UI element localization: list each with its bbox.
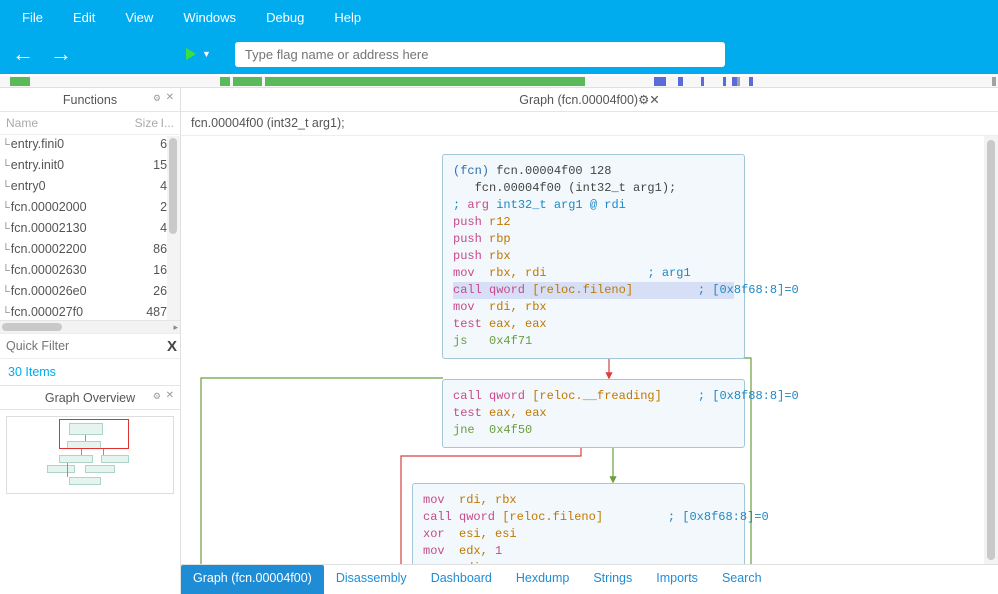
clear-filter-button[interactable]: X bbox=[167, 338, 177, 355]
tab-graph[interactable]: Graph (fcn.00004f00) bbox=[181, 565, 324, 594]
table-row[interactable]: └entry046 bbox=[0, 177, 180, 198]
functions-scrollbar-v[interactable] bbox=[167, 136, 180, 320]
close-icon[interactable]: ✕ bbox=[166, 390, 174, 401]
play-icon bbox=[186, 48, 196, 60]
menubar: File Edit View Windows Debug Help bbox=[0, 0, 998, 34]
functions-columns: Name Size I... bbox=[0, 112, 180, 135]
menu-view[interactable]: View bbox=[111, 5, 167, 30]
tab-imports[interactable]: Imports bbox=[644, 565, 710, 594]
functions-title: Functions bbox=[63, 93, 117, 107]
graph-title: Graph (fcn.00004f00) bbox=[519, 93, 638, 107]
left-sidebar: Functions ⚙ ✕ Name Size I... └entry.fini… bbox=[0, 88, 181, 594]
search-container bbox=[235, 42, 725, 67]
table-row[interactable]: └fcn.00002630162 bbox=[0, 261, 180, 282]
menu-file[interactable]: File bbox=[8, 5, 57, 30]
gear-icon[interactable]: ⚙ bbox=[153, 391, 161, 402]
graph-canvas[interactable]: (fcn) fcn.00004f00 128 fcn.00004f00 (int… bbox=[181, 136, 998, 564]
back-button[interactable]: ← bbox=[10, 41, 36, 67]
graph-node[interactable]: call qword [reloc.__freading] ; [0x8f88:… bbox=[442, 379, 745, 448]
tab-hexdump[interactable]: Hexdump bbox=[504, 565, 582, 594]
graph-overview-panel: Graph Overview ⚙ ✕ bbox=[0, 385, 180, 594]
table-row[interactable]: └fcn.00002200863 bbox=[0, 240, 180, 261]
functions-table: Name Size I... └entry.fini065└entry.init… bbox=[0, 112, 180, 320]
menu-debug[interactable]: Debug bbox=[252, 5, 318, 30]
table-row[interactable]: └fcn.0000200027 bbox=[0, 198, 180, 219]
col-imp[interactable]: I... bbox=[158, 116, 174, 130]
functions-panel-header: Functions ⚙ ✕ bbox=[0, 88, 180, 112]
overview-canvas[interactable] bbox=[6, 416, 174, 494]
menu-help[interactable]: Help bbox=[320, 5, 375, 30]
tab-dashboard[interactable]: Dashboard bbox=[419, 565, 504, 594]
graph-panel: Graph (fcn.00004f00) ⚙ ✕ fcn.00004f00 (i… bbox=[181, 88, 998, 594]
search-input[interactable] bbox=[235, 42, 725, 67]
close-icon[interactable]: ✕ bbox=[166, 92, 174, 103]
table-row[interactable]: └entry.init0153 bbox=[0, 156, 180, 177]
graph-node[interactable]: (fcn) fcn.00004f00 128 fcn.00004f00 (int… bbox=[442, 154, 745, 359]
graph-header: Graph (fcn.00004f00) ⚙ ✕ bbox=[181, 88, 998, 112]
table-row[interactable]: └fcn.000026e0268 bbox=[0, 282, 180, 303]
col-name[interactable]: Name bbox=[6, 116, 122, 130]
overview-title: Graph Overview bbox=[45, 391, 135, 405]
menu-edit[interactable]: Edit bbox=[59, 5, 109, 30]
menu-windows[interactable]: Windows bbox=[169, 5, 250, 30]
graph-node[interactable]: mov rdi, rbx call qword [reloc.fileno] ;… bbox=[412, 483, 745, 564]
gear-icon[interactable]: ⚙ bbox=[638, 92, 649, 107]
col-size[interactable]: Size bbox=[122, 116, 158, 130]
table-row[interactable]: └fcn.0000213041 bbox=[0, 219, 180, 240]
table-row[interactable]: └entry.fini065 bbox=[0, 135, 180, 156]
chevron-down-icon: ▼ bbox=[202, 49, 211, 59]
filter-input[interactable] bbox=[6, 339, 167, 353]
item-count: 30 Items bbox=[0, 359, 180, 385]
close-icon[interactable]: ✕ bbox=[649, 92, 659, 107]
graph-scrollbar-v[interactable] bbox=[984, 136, 998, 564]
address-timeline[interactable] bbox=[0, 76, 998, 88]
quick-filter: X bbox=[0, 333, 180, 359]
gear-icon[interactable]: ⚙ bbox=[153, 93, 161, 104]
overview-header: Graph Overview ⚙ ✕ bbox=[0, 386, 180, 410]
tab-disassembly[interactable]: Disassembly bbox=[324, 565, 419, 594]
bottom-tabs: Graph (fcn.00004f00) Disassembly Dashboa… bbox=[181, 564, 998, 594]
tab-strings[interactable]: Strings bbox=[581, 565, 644, 594]
function-signature: fcn.00004f00 (int32_t arg1); bbox=[181, 112, 998, 136]
functions-scrollbar-h[interactable]: ▸ bbox=[0, 320, 180, 333]
forward-button[interactable]: → bbox=[48, 41, 74, 67]
table-row[interactable]: └fcn.000027f04876 bbox=[0, 303, 180, 320]
toolbar: ← → ▼ bbox=[0, 34, 998, 74]
tab-search[interactable]: Search bbox=[710, 565, 774, 594]
run-button[interactable]: ▼ bbox=[186, 48, 211, 60]
